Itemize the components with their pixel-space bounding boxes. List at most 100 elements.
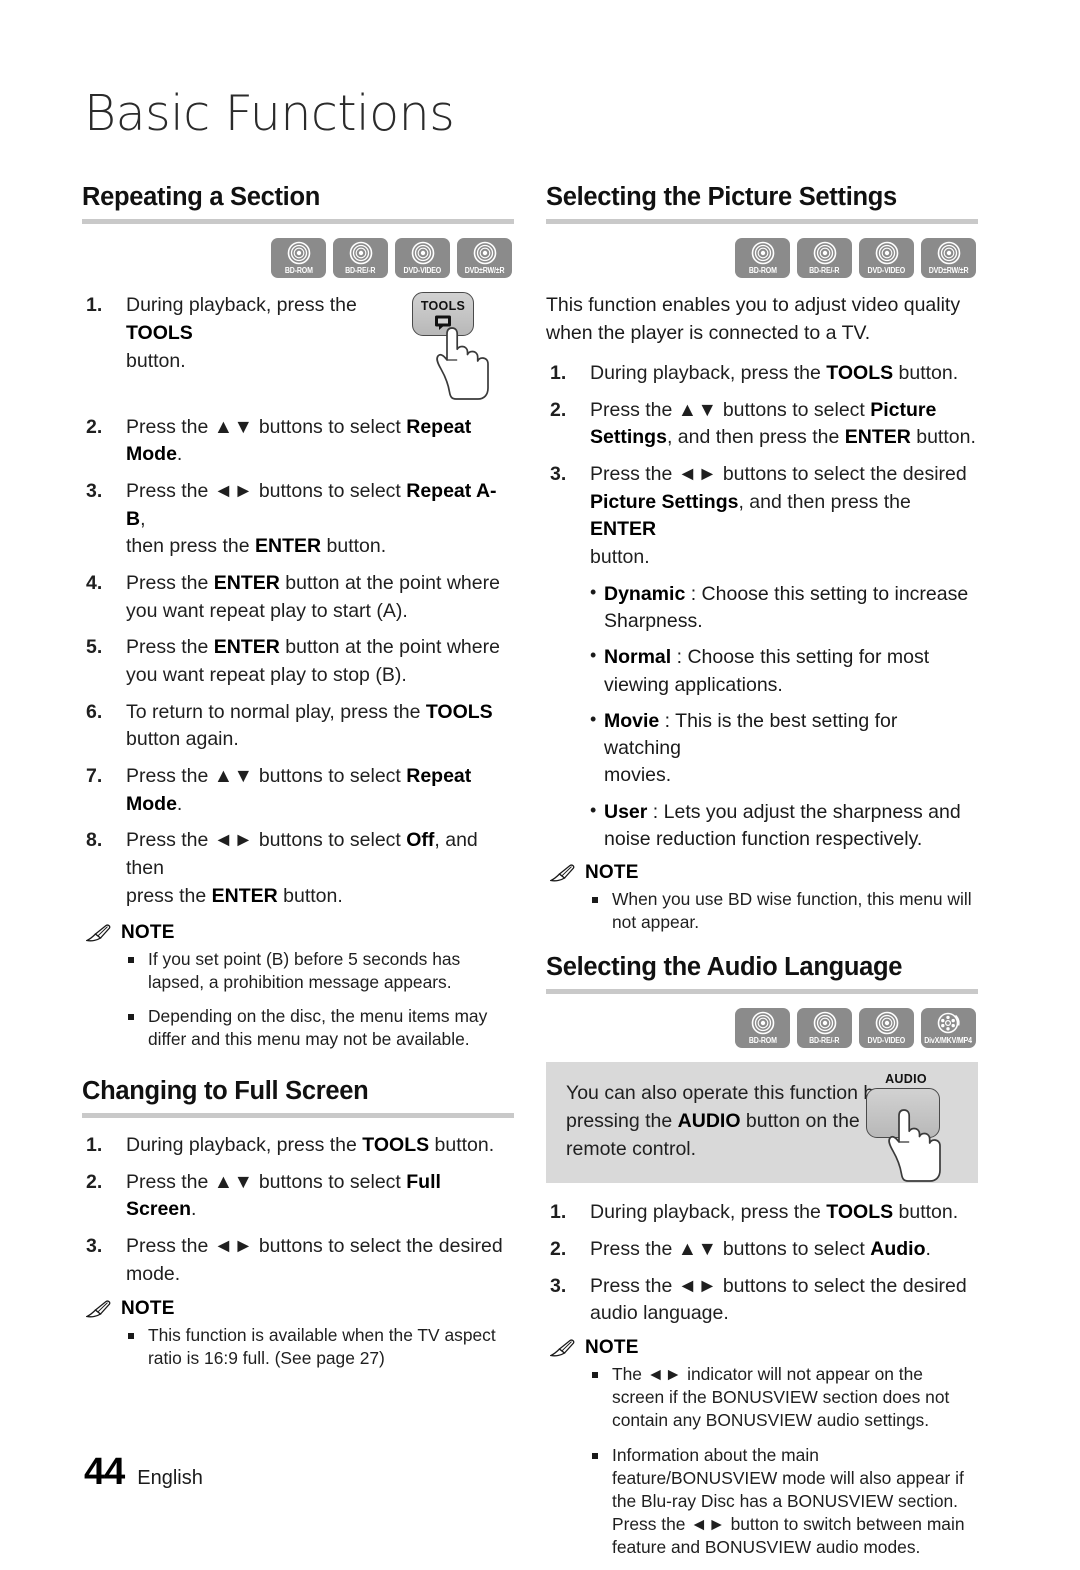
- list-item: 6. To return to normal play, press the T…: [82, 699, 514, 754]
- pencil-icon: [85, 1299, 112, 1318]
- list-item: User : Lets you adjust the sharpness and…: [546, 798, 978, 854]
- disc-compatibility-row: BD-ROM BD-RE/-R DVD-VIDEO: [546, 238, 976, 279]
- section-repeating-a-section: Repeating a Section BD-ROM BD-RE/-R DVD-…: [82, 183, 514, 1051]
- pencil-icon: [85, 923, 112, 942]
- page-number: 44: [84, 1451, 125, 1493]
- disc-badge-dvd-rw-r: DVD±RW/±R: [457, 238, 512, 279]
- step-text: Press the ◄► buttons to select Repeat A-…: [126, 479, 497, 558]
- step-number: 2.: [550, 1238, 567, 1261]
- note-header: NOTE: [549, 1337, 978, 1359]
- disc-badge-bd-re-r: BD-RE/-R: [333, 238, 388, 279]
- pencil-icon: [549, 864, 576, 882]
- section-selecting-the-picture-settings: Selecting the Picture Settings BD-ROM BD…: [546, 183, 978, 934]
- audio-button-callout: You can also operate this function by pr…: [546, 1061, 978, 1184]
- pointing-hand-icon: [886, 1108, 950, 1187]
- list-item: This function is available when the TV a…: [82, 1324, 514, 1370]
- list-item: 3. Press the ◄► buttons to select Repeat…: [82, 478, 514, 561]
- note-items: This function is available when the TV a…: [82, 1324, 514, 1370]
- fullscreen-steps: 1. During playback, press the TOOLS butt…: [82, 1132, 514, 1288]
- section-heading: Repeating a Section: [82, 183, 321, 212]
- step-text: Press the ◄► buttons to select Off, and …: [126, 829, 478, 907]
- step-text: Press the ◄► buttons to select the desir…: [590, 1274, 967, 1325]
- disc-badge-label: DVD-VIDEO: [867, 266, 906, 276]
- note-items: When you use BD wise function, this menu…: [546, 888, 978, 934]
- step-number: 3.: [86, 1235, 103, 1258]
- note-header: NOTE: [85, 921, 514, 944]
- two-column-body: Repeating a Section BD-ROM BD-RE/-R DVD-…: [82, 183, 1002, 1570]
- list-item: 1. During playback, press the TOOLS butt…: [546, 360, 978, 388]
- note-block: NOTE When you use BD wise function, this…: [546, 862, 978, 934]
- list-item: 1. During playback, press the TOOLS butt…: [82, 1132, 514, 1160]
- list-item: If you set point (B) before 5 seconds ha…: [82, 948, 514, 994]
- audio-button-illustration: AUDIO: [858, 1072, 962, 1190]
- step-number: 2.: [86, 415, 103, 438]
- disc-icon: [473, 241, 497, 265]
- disc-badge-label: BD-ROM: [748, 1035, 777, 1045]
- disc-badge-label: DVD±RW/±R: [928, 266, 969, 276]
- disc-badge-dvd-video: DVD-VIDEO: [859, 238, 914, 279]
- note-block: NOTE The ◄► indicator will not appear on…: [546, 1337, 978, 1559]
- disc-icon: [411, 241, 435, 265]
- list-item: 1. During playback, press the TOOLS butt…: [546, 1199, 978, 1227]
- disc-icon: [813, 1011, 837, 1035]
- section-selecting-the-audio-language: Selecting the Audio Language BD-ROM BD-R…: [546, 953, 978, 1560]
- callout-text: You can also operate this function by pr…: [566, 1081, 884, 1161]
- list-item: 3. Press the ◄► buttons to select the de…: [82, 1233, 514, 1288]
- list-item: 4. Press the ENTER button at the point w…: [82, 570, 514, 625]
- disc-badge-bd-re-r: BD-RE/-R: [797, 1007, 852, 1048]
- manual-page: Basic Functions Repeating a Section BD-R…: [0, 0, 1080, 1557]
- disc-badge-label: BD-ROM: [284, 266, 313, 276]
- heading-divider: [82, 219, 514, 225]
- list-item: 5. Press the ENTER button at the point w…: [82, 634, 514, 689]
- disc-badge-label: BD-RE/-R: [345, 266, 376, 276]
- film-reel-icon: [937, 1011, 961, 1035]
- step-number: 6.: [86, 700, 103, 723]
- pencil-icon: [549, 1339, 576, 1357]
- list-item: When you use BD wise function, this menu…: [546, 888, 978, 934]
- disc-badge-label: BD-RE/-R: [809, 266, 840, 276]
- step-number: 2.: [86, 1170, 103, 1193]
- list-item: 3. Press the ◄► buttons to select the de…: [546, 461, 978, 572]
- step-number: 3.: [550, 462, 567, 485]
- list-item: 2. Press the ▲▼ buttons to select Audio.: [546, 1236, 978, 1264]
- section-heading: Selecting the Picture Settings: [546, 183, 897, 212]
- disc-badge-dvd-video: DVD-VIDEO: [859, 1007, 914, 1048]
- disc-badge-dvd-video: DVD-VIDEO: [395, 238, 450, 279]
- step-number: 7.: [86, 765, 103, 788]
- audio-key-label: AUDIO: [885, 1071, 927, 1086]
- step-text: To return to normal play, press the TOOL…: [126, 700, 493, 751]
- disc-icon: [751, 1011, 775, 1035]
- disc-icon: [349, 241, 373, 265]
- disc-badge-bd-rom: BD-ROM: [271, 238, 326, 279]
- note-block: NOTE If you set point (B) before 5 secon…: [82, 922, 514, 1052]
- disc-icon: [813, 241, 837, 265]
- audio-language-steps: 1. During playback, press the TOOLS butt…: [546, 1199, 978, 1328]
- disc-badge-bd-rom: BD-ROM: [735, 1007, 790, 1048]
- step-number: 1.: [550, 1201, 567, 1224]
- step-number: 4.: [86, 571, 103, 594]
- disc-icon: [287, 241, 311, 265]
- step-text: Press the ◄► buttons to select the desir…: [126, 1235, 503, 1285]
- disc-compatibility-row: BD-ROM BD-RE/-R DVD-VIDEO: [546, 1007, 976, 1048]
- step-text: During playback, press the TOOLS button.: [126, 294, 357, 372]
- heading-divider: [82, 1113, 514, 1119]
- picture-steps: 1. During playback, press the TOOLS butt…: [546, 360, 978, 572]
- step-number: 1.: [550, 361, 567, 384]
- disc-badge-bd-re-r: BD-RE/-R: [797, 238, 852, 279]
- note-label: NOTE: [585, 862, 639, 884]
- list-item: 7. Press the ▲▼ buttons to select Repeat…: [82, 763, 514, 818]
- section-heading: Changing to Full Screen: [82, 1077, 369, 1106]
- note-label: NOTE: [121, 921, 175, 943]
- step-text: Press the ◄► buttons to select the desir…: [590, 462, 967, 568]
- note-items: If you set point (B) before 5 seconds ha…: [82, 948, 514, 1052]
- step-text: During playback, press the TOOLS button.: [126, 1134, 495, 1157]
- disc-badge-label: DVD-VIDEO: [867, 1035, 906, 1045]
- list-item: The ◄► indicator will not appear on the …: [546, 1363, 978, 1432]
- section-heading: Selecting the Audio Language: [546, 952, 903, 981]
- disc-icon: [937, 241, 961, 265]
- disc-badge-dvd-rw-r: DVD±RW/±R: [921, 238, 976, 279]
- disc-badge-label: BD-RE/-R: [809, 1035, 840, 1045]
- step-number: 5.: [86, 636, 103, 659]
- note-header: NOTE: [85, 1298, 514, 1320]
- list-item: 2. Press the ▲▼ buttons to select Repeat…: [82, 414, 514, 469]
